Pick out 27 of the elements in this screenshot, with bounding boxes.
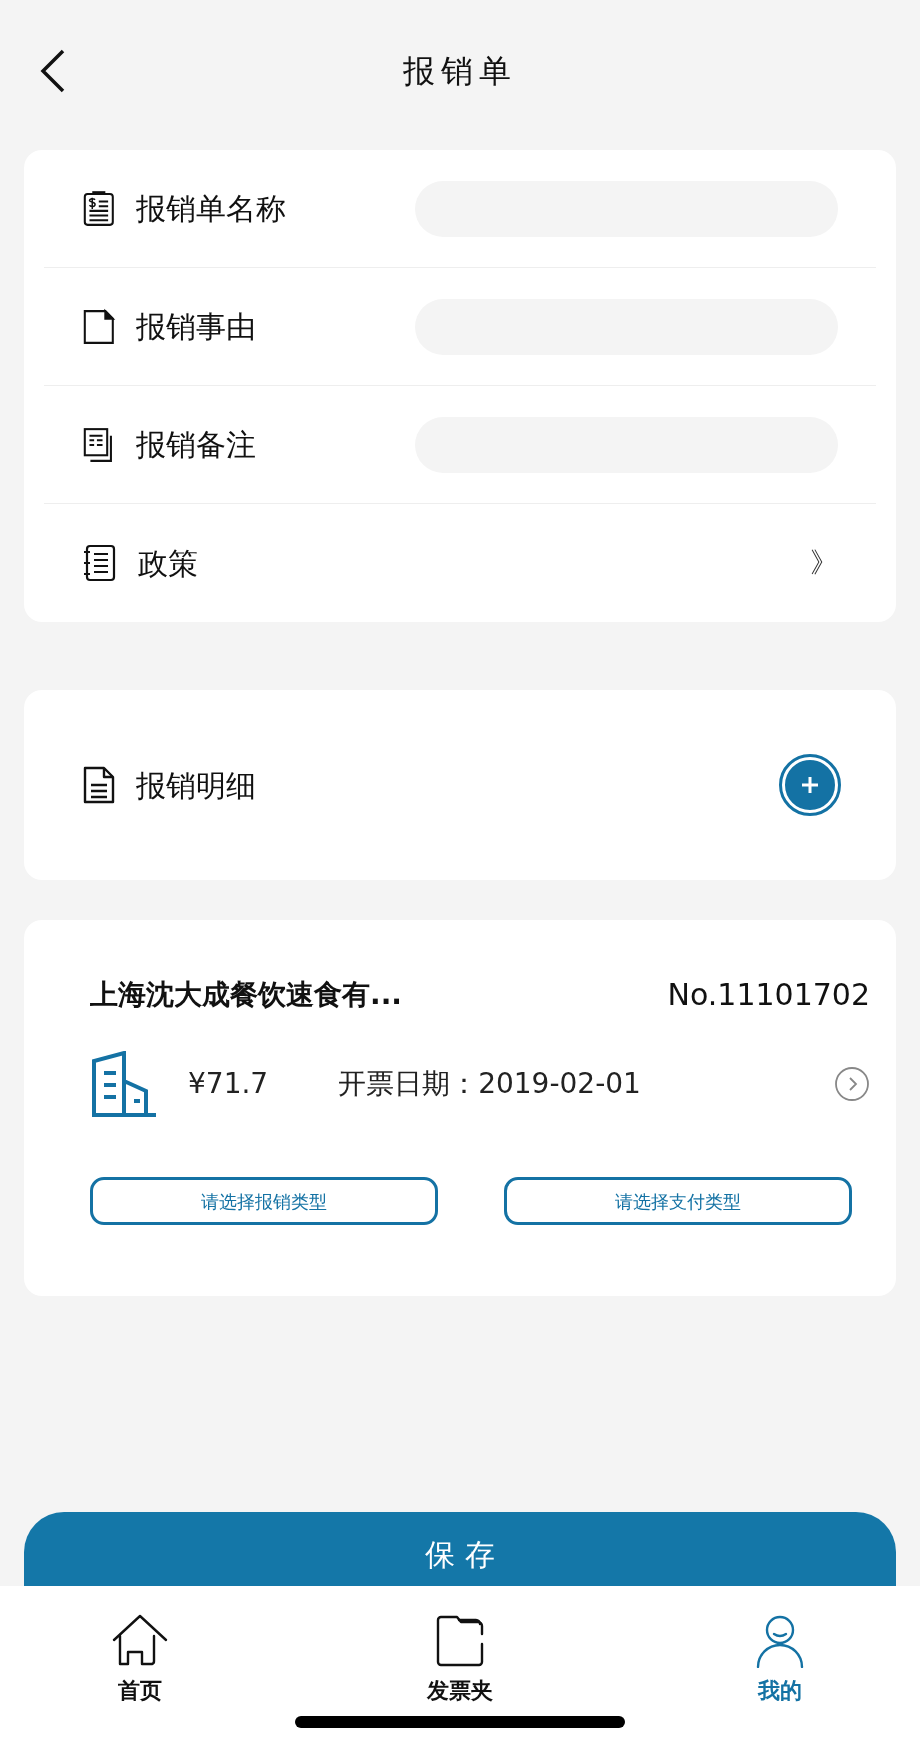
home-icon [110, 1614, 170, 1668]
chevron-right-icon[interactable] [834, 1066, 870, 1102]
page-title: 报销单 [403, 51, 517, 92]
invoice-amount: ¥71.7 [188, 1066, 269, 1102]
company-name: 上海沈大成餐饮速食有... [90, 976, 402, 1013]
tab-item[interactable]: 我的 [730, 1614, 830, 1707]
field-label: 报销事由 [135, 308, 257, 346]
section-label: 报销明细 [136, 766, 256, 805]
invoice-date: 2019-02-01 [478, 1066, 641, 1102]
tab-item[interactable]: 首页 [90, 1614, 190, 1707]
invoice-date-label: 开票日期： [338, 1066, 479, 1102]
plus-icon [800, 775, 820, 795]
building-icon [90, 1051, 158, 1117]
field-label: 报销备注 [135, 426, 257, 464]
document-icon [82, 306, 116, 347]
receipt-icon [82, 188, 116, 229]
tab-item[interactable]: 发票夹 [410, 1614, 510, 1707]
select-type-button[interactable]: 请选择报销类型 [90, 1177, 438, 1225]
field-label: 报销单名称 [135, 190, 287, 228]
field-label: 政策 [138, 544, 199, 583]
invoice-number: No.11101702 [667, 976, 870, 1014]
notebook-icon [82, 543, 118, 583]
save-button[interactable]: 保 存 [24, 1512, 896, 1586]
document-icon [82, 765, 116, 805]
add-button[interactable] [782, 757, 838, 813]
select-type-button[interactable]: 请选择支付类型 [504, 1177, 852, 1225]
policy-link-arrow[interactable]: 》 [810, 542, 838, 584]
